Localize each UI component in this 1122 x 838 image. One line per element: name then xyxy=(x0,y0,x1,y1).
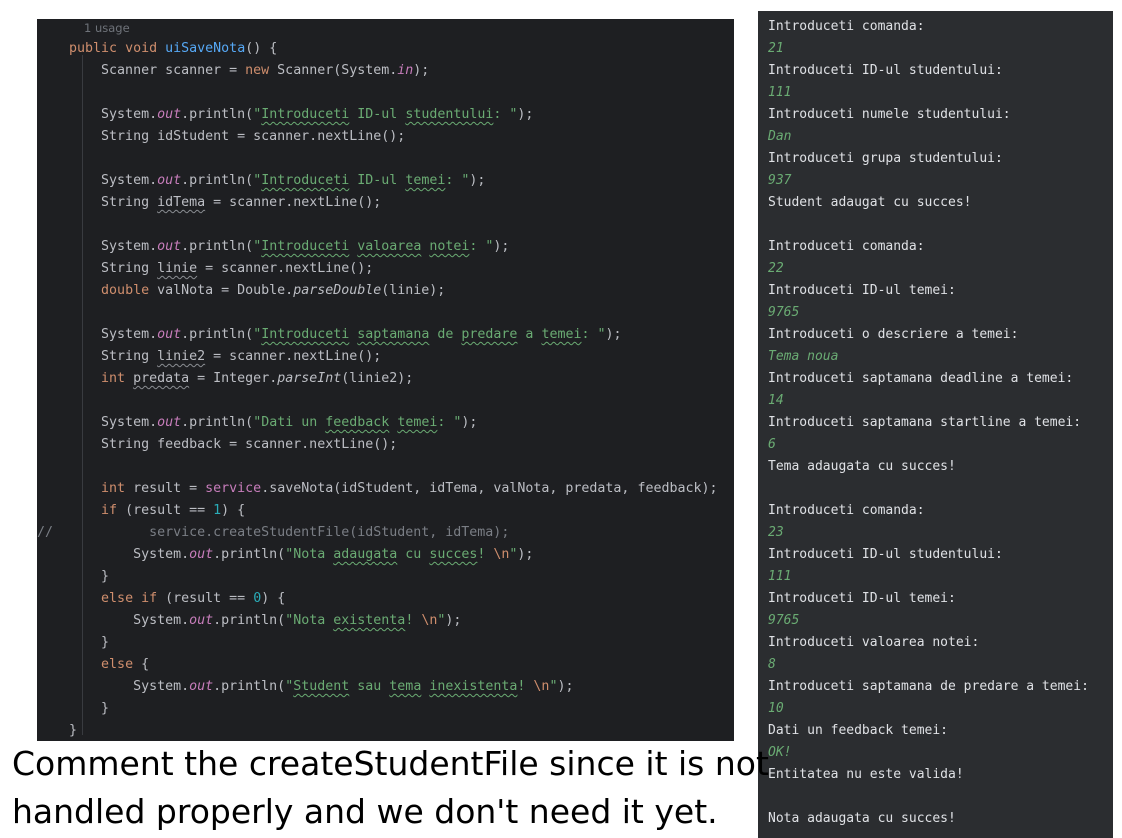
code-line[interactable]: int predata = Integer.parseInt(linie2); xyxy=(37,368,413,390)
console-output-line: Introduceti numele studentului: xyxy=(768,107,1011,122)
console-input-line: 111 xyxy=(768,85,792,100)
console-input-line: 9765 xyxy=(768,613,800,628)
console-output-line: Introduceti saptamana deadline a temei: xyxy=(768,371,1074,386)
code-line[interactable]: int result = service.saveNota(idStudent,… xyxy=(37,478,717,500)
code-line[interactable]: String linie = scanner.nextLine(); xyxy=(37,258,373,280)
code-line[interactable]: System.out.println("Student sau tema ine… xyxy=(37,676,573,698)
console-input-line: 6 xyxy=(768,437,776,452)
code-line[interactable]: System.out.println("Introduceti ID-ul st… xyxy=(37,104,533,126)
console-output-line: Dati un feedback temei: xyxy=(768,723,949,738)
code-line[interactable]: else { xyxy=(37,654,149,676)
console-output-line: Introduceti comanda: xyxy=(768,239,925,254)
code-line[interactable]: Scanner scanner = new Scanner(System.in)… xyxy=(37,60,429,82)
code-line[interactable]: String linie2 = scanner.nextLine(); xyxy=(37,346,381,368)
code-line[interactable]: System.out.println("Introduceti ID-ul te… xyxy=(37,170,485,192)
code-line[interactable]: System.out.println("Nota adaugata cu suc… xyxy=(37,544,533,566)
code-line[interactable]: // service.createStudentFile(idStudent, … xyxy=(37,522,509,544)
console-output-line: Introduceti comanda: xyxy=(768,19,925,34)
console-output-line: Entitatea nu este valida! xyxy=(768,767,964,782)
console-input-line: 8 xyxy=(768,657,776,672)
code-line[interactable]: } xyxy=(37,632,109,654)
run-console[interactable]: Introduceti comanda: 21 Introduceti ID-ul … xyxy=(758,11,1113,838)
usage-hint[interactable]: 1 usage xyxy=(84,21,130,35)
console-input-line: Tema noua xyxy=(768,349,839,364)
console-output-line: Introduceti ID-ul temei: xyxy=(768,283,956,298)
code-line[interactable]: String idTema = scanner.nextLine(); xyxy=(37,192,381,214)
code-line[interactable]: System.out.println("Introduceti saptaman… xyxy=(37,324,622,346)
console-input-line: 21 xyxy=(768,41,784,56)
console-output-line: Introduceti ID-ul studentului: xyxy=(768,547,1003,562)
console-output-line: Tema adaugata cu succes! xyxy=(768,459,956,474)
console-input-line: 111 xyxy=(768,569,792,584)
code-line[interactable]: System.out.println("Nota existenta! \n")… xyxy=(37,610,461,632)
console-output-line: Introduceti o descriere a temei: xyxy=(768,327,1019,342)
code-line[interactable]: if (result == 1) { xyxy=(37,500,245,522)
console-output-line: Introduceti comanda: xyxy=(768,503,925,518)
code-line[interactable]: String feedback = scanner.nextLine(); xyxy=(37,434,397,456)
console-output-line: Student adaugat cu succes! xyxy=(768,195,972,210)
console-input-line: Dan xyxy=(768,129,792,144)
code-line[interactable]: System.out.println("Introduceti valoarea… xyxy=(37,236,509,258)
code-line[interactable]: String idStudent = scanner.nextLine(); xyxy=(37,126,405,148)
code-line[interactable]: System.out.println("Dati un feedback tem… xyxy=(37,412,477,434)
console-output-line: Introduceti saptamana de predare a temei… xyxy=(768,679,1089,694)
code-editor[interactable]: 1 usage public void uiSaveNota() { Scann… xyxy=(37,19,734,741)
console-output-line: Introduceti saptamana startline a temei: xyxy=(768,415,1082,430)
code-line[interactable]: else if (result == 0) { xyxy=(37,588,285,610)
console-input-line: 14 xyxy=(768,393,784,408)
console-input-line: 9765 xyxy=(768,305,800,320)
console-output-line: Introduceti ID-ul temei: xyxy=(768,591,956,606)
console-output-line: Introduceti valoarea notei: xyxy=(768,635,980,650)
code-line[interactable]: public void uiSaveNota() { xyxy=(37,38,277,60)
console-input-line: 10 xyxy=(768,701,784,716)
caption-line-1: Comment the createStudentFile since it i… xyxy=(12,744,769,783)
console-output-line: Nota adaugata cu succes! xyxy=(768,811,956,826)
code-line[interactable]: } xyxy=(37,566,109,588)
console-input-line: 22 xyxy=(768,261,784,276)
console-output-line: Introduceti grupa studentului: xyxy=(768,151,1003,166)
console-input-line: 23 xyxy=(768,525,784,540)
console-output-line: Introduceti ID-ul studentului: xyxy=(768,63,1003,78)
code-line[interactable]: } xyxy=(37,720,77,741)
code-line[interactable]: double valNota = Double.parseDouble(lini… xyxy=(37,280,445,302)
code-line[interactable]: } xyxy=(37,698,109,720)
console-input-line: 937 xyxy=(768,173,792,188)
caption: Comment the createStudentFile since it i… xyxy=(12,740,772,836)
caption-line-2: handled properly and we don't need it ye… xyxy=(12,792,718,831)
